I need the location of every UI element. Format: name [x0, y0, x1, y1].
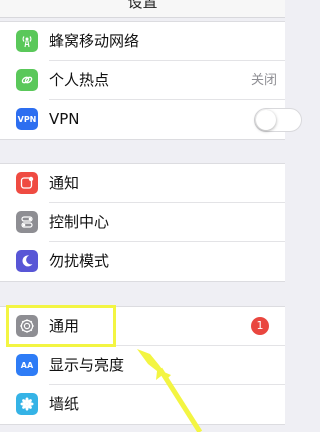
annotation-arrow [137, 349, 203, 432]
